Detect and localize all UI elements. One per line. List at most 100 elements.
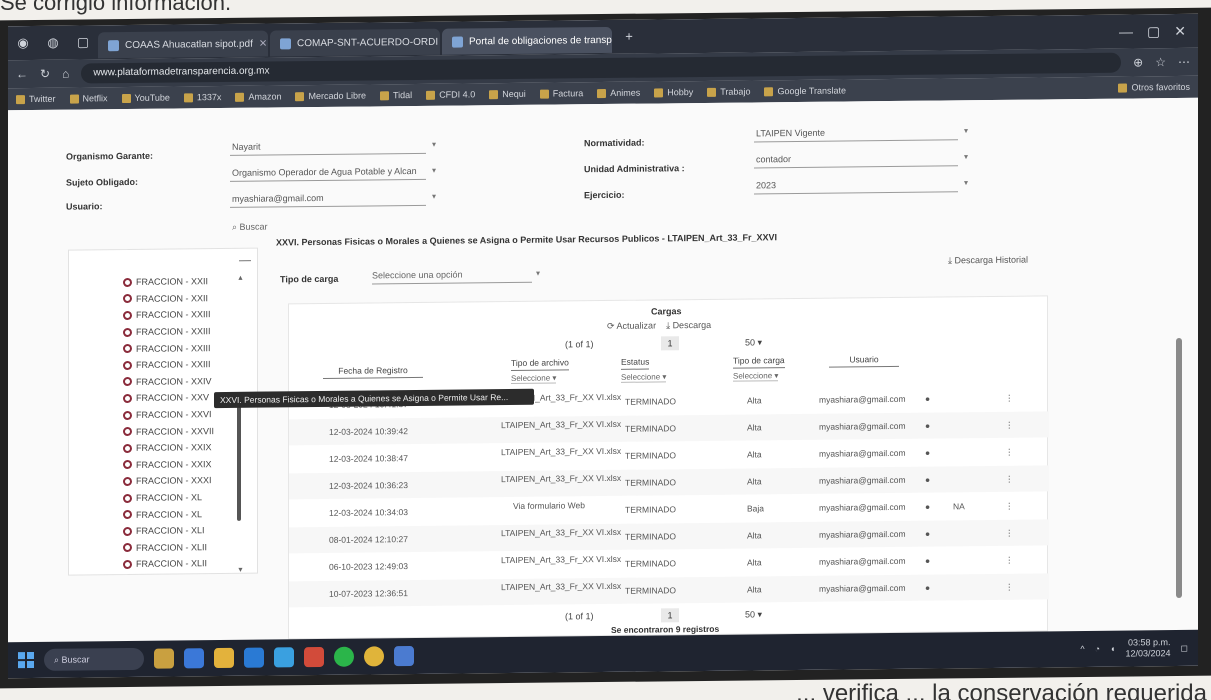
- row-menu-icon[interactable]: ⋮: [1005, 420, 1014, 431]
- bookmark-item[interactable]: CFDI 4.0: [426, 89, 475, 100]
- fraccion-item[interactable]: FRACCION - XXII: [123, 273, 214, 291]
- home-icon[interactable]: ⌂: [62, 67, 69, 81]
- header-fecha[interactable]: Fecha de Registro: [323, 364, 423, 379]
- new-tab-icon[interactable]: +: [620, 28, 638, 46]
- taskbar-app-icon[interactable]: [244, 647, 264, 668]
- bookmark-folder[interactable]: Trabajo: [707, 86, 750, 97]
- row-menu-icon[interactable]: ⋮: [1005, 393, 1014, 404]
- header-tipo-archivo[interactable]: Tipo de archivo: [511, 357, 569, 371]
- header-tipo-carga[interactable]: Tipo de carga: [733, 355, 785, 369]
- fraccion-item[interactable]: FRACCION - XXIII: [123, 323, 214, 341]
- row-menu-icon[interactable]: ⋮: [1005, 447, 1014, 458]
- filter-estatus[interactable]: Seleccione ▾: [621, 372, 667, 383]
- row-action-icon[interactable]: ●: [925, 448, 930, 458]
- panel-scrollbar[interactable]: [237, 404, 241, 521]
- fraccion-item[interactable]: FRACCION - XXIX: [123, 456, 214, 474]
- header-estatus[interactable]: Estatus: [621, 356, 650, 370]
- back-icon[interactable]: ←: [16, 67, 28, 81]
- bookmark-item[interactable]: Amazon: [235, 91, 281, 102]
- fraccion-item[interactable]: FRACCION - XXIX: [123, 439, 214, 457]
- row-action-icon[interactable]: ●: [925, 556, 930, 566]
- per-page-select[interactable]: 50 ▾: [745, 337, 762, 348]
- maximize-icon[interactable]: ▢: [1147, 23, 1160, 40]
- fraccion-item[interactable]: FRACCION - XLI: [123, 522, 214, 540]
- taskbar-search[interactable]: ⌕ Buscar: [44, 647, 144, 671]
- fraccion-item[interactable]: FRACCION - XXV: [123, 389, 214, 407]
- wifi-icon[interactable]: ◔: [1095, 644, 1100, 654]
- organismo-select[interactable]: Nayarit ▾: [230, 135, 436, 156]
- edge-icon[interactable]: [274, 647, 294, 668]
- taskbar-app-icon[interactable]: [394, 646, 414, 667]
- tipo-carga-select[interactable]: Seleccione una opción ▾: [372, 264, 540, 285]
- usuario-select[interactable]: myashiara@gmail.com ▾: [230, 187, 436, 208]
- clock[interactable]: 03:58 p.m. 12/03/2024: [1125, 637, 1170, 659]
- other-bookmarks[interactable]: Otros favoritos: [1118, 82, 1190, 93]
- fraccion-item[interactable]: FRACCION - XXII: [123, 290, 214, 308]
- tab-portal[interactable]: Portal de obligaciones de transparencia✕: [442, 26, 612, 55]
- fraccion-item[interactable]: FRACCION - XXVII: [123, 422, 214, 440]
- filter-tipo-carga[interactable]: Seleccione ▾: [733, 371, 779, 382]
- actualizar-button[interactable]: ⟳ Actualizar: [607, 320, 656, 331]
- chrome-icon[interactable]: [364, 646, 384, 667]
- minimize-icon[interactable]: —: [1119, 23, 1133, 40]
- tab-actions-icon[interactable]: ▢: [74, 33, 92, 51]
- ejercicio-select[interactable]: 2023 ▾: [754, 174, 968, 195]
- unidad-select[interactable]: contador ▾: [754, 148, 968, 169]
- tab-comap[interactable]: COMAP-SNT-ACUERDO-ORDI✕: [270, 28, 440, 57]
- bookmark-item[interactable]: Twitter: [16, 94, 56, 104]
- row-action-icon[interactable]: ●: [925, 583, 930, 593]
- fraccion-item[interactable]: FRACCION - XXIII: [123, 306, 214, 324]
- notifications-icon[interactable]: ◻: [1181, 642, 1188, 653]
- filter-tipo-archivo[interactable]: Seleccione ▾: [511, 373, 557, 384]
- descarga-historial-button[interactable]: ⤓ Descarga Historial: [948, 255, 1028, 267]
- bookmark-folder[interactable]: Animes: [597, 88, 640, 98]
- windows-start-icon[interactable]: [18, 651, 34, 669]
- taskbar-app-icon[interactable]: [184, 648, 204, 669]
- row-menu-icon[interactable]: ⋮: [1005, 528, 1014, 539]
- header-usuario[interactable]: Usuario: [829, 353, 899, 368]
- buscar-button[interactable]: ⌕ Buscar: [232, 222, 268, 233]
- folder-icon[interactable]: [214, 647, 234, 669]
- collapse-icon[interactable]: —: [239, 253, 251, 267]
- taskbar-app-icon[interactable]: [304, 646, 324, 668]
- row-menu-icon[interactable]: ⋮: [1005, 474, 1014, 485]
- normatividad-select[interactable]: LTAIPEN Vigente ▾: [754, 122, 968, 143]
- fraccion-item[interactable]: FRACCION - XL: [123, 505, 214, 523]
- favorites-icon[interactable]: ☆: [1155, 55, 1166, 69]
- bookmark-item[interactable]: Tidal: [380, 90, 412, 100]
- reload-icon[interactable]: ↻: [40, 67, 50, 81]
- page-button[interactable]: 1: [661, 336, 679, 351]
- row-action-icon[interactable]: ●: [925, 475, 930, 485]
- fraccion-item[interactable]: FRACCION - XLII: [123, 555, 214, 573]
- close-tab-icon[interactable]: ✕: [259, 38, 267, 49]
- row-action-icon[interactable]: ●: [925, 529, 930, 539]
- bookmark-item[interactable]: 1337x: [183, 92, 221, 102]
- row-menu-icon[interactable]: ⋮: [1005, 501, 1014, 512]
- close-window-icon[interactable]: ✕: [1174, 22, 1186, 39]
- browser-logo-icon[interactable]: ◉: [14, 34, 32, 52]
- bookmark-item[interactable]: Nequi: [489, 89, 526, 99]
- fraccion-item[interactable]: FRACCION - XXXI: [123, 472, 214, 490]
- row-action-icon[interactable]: ●: [925, 394, 930, 404]
- fraccion-item[interactable]: FRACCION - XXIII: [123, 339, 214, 357]
- settings-icon[interactable]: ⋯: [1178, 55, 1190, 69]
- page-scrollbar[interactable]: [1176, 337, 1182, 599]
- extensions-icon[interactable]: ⊕: [1133, 55, 1143, 69]
- bookmark-item[interactable]: Netflix: [69, 93, 108, 103]
- fraccion-item[interactable]: FRACCION - XXIII: [123, 356, 214, 374]
- tab-pdf[interactable]: COAAS Ahuacatlan sipot.pdf ✕: [98, 30, 268, 59]
- fraccion-item[interactable]: FRACCION - XL: [123, 489, 214, 507]
- volume-icon[interactable]: ◖: [1110, 644, 1115, 654]
- scroll-up-icon[interactable]: ▲: [237, 275, 244, 282]
- scroll-down-icon[interactable]: ▼: [237, 567, 244, 574]
- chevron-up-icon[interactable]: ^: [1080, 644, 1084, 654]
- row-action-icon[interactable]: ●: [925, 421, 930, 431]
- row-action-icon[interactable]: ●: [925, 502, 930, 512]
- bookmark-folder[interactable]: Hobby: [654, 87, 693, 97]
- row-menu-icon[interactable]: ⋮: [1005, 555, 1014, 566]
- bookmark-item[interactable]: Google Translate: [764, 85, 846, 96]
- whatsapp-icon[interactable]: [334, 646, 354, 667]
- page-button-bottom[interactable]: 1: [661, 608, 679, 623]
- descarga-button[interactable]: ⤓ Descarga: [666, 320, 711, 330]
- bookmark-item[interactable]: Factura: [539, 88, 583, 99]
